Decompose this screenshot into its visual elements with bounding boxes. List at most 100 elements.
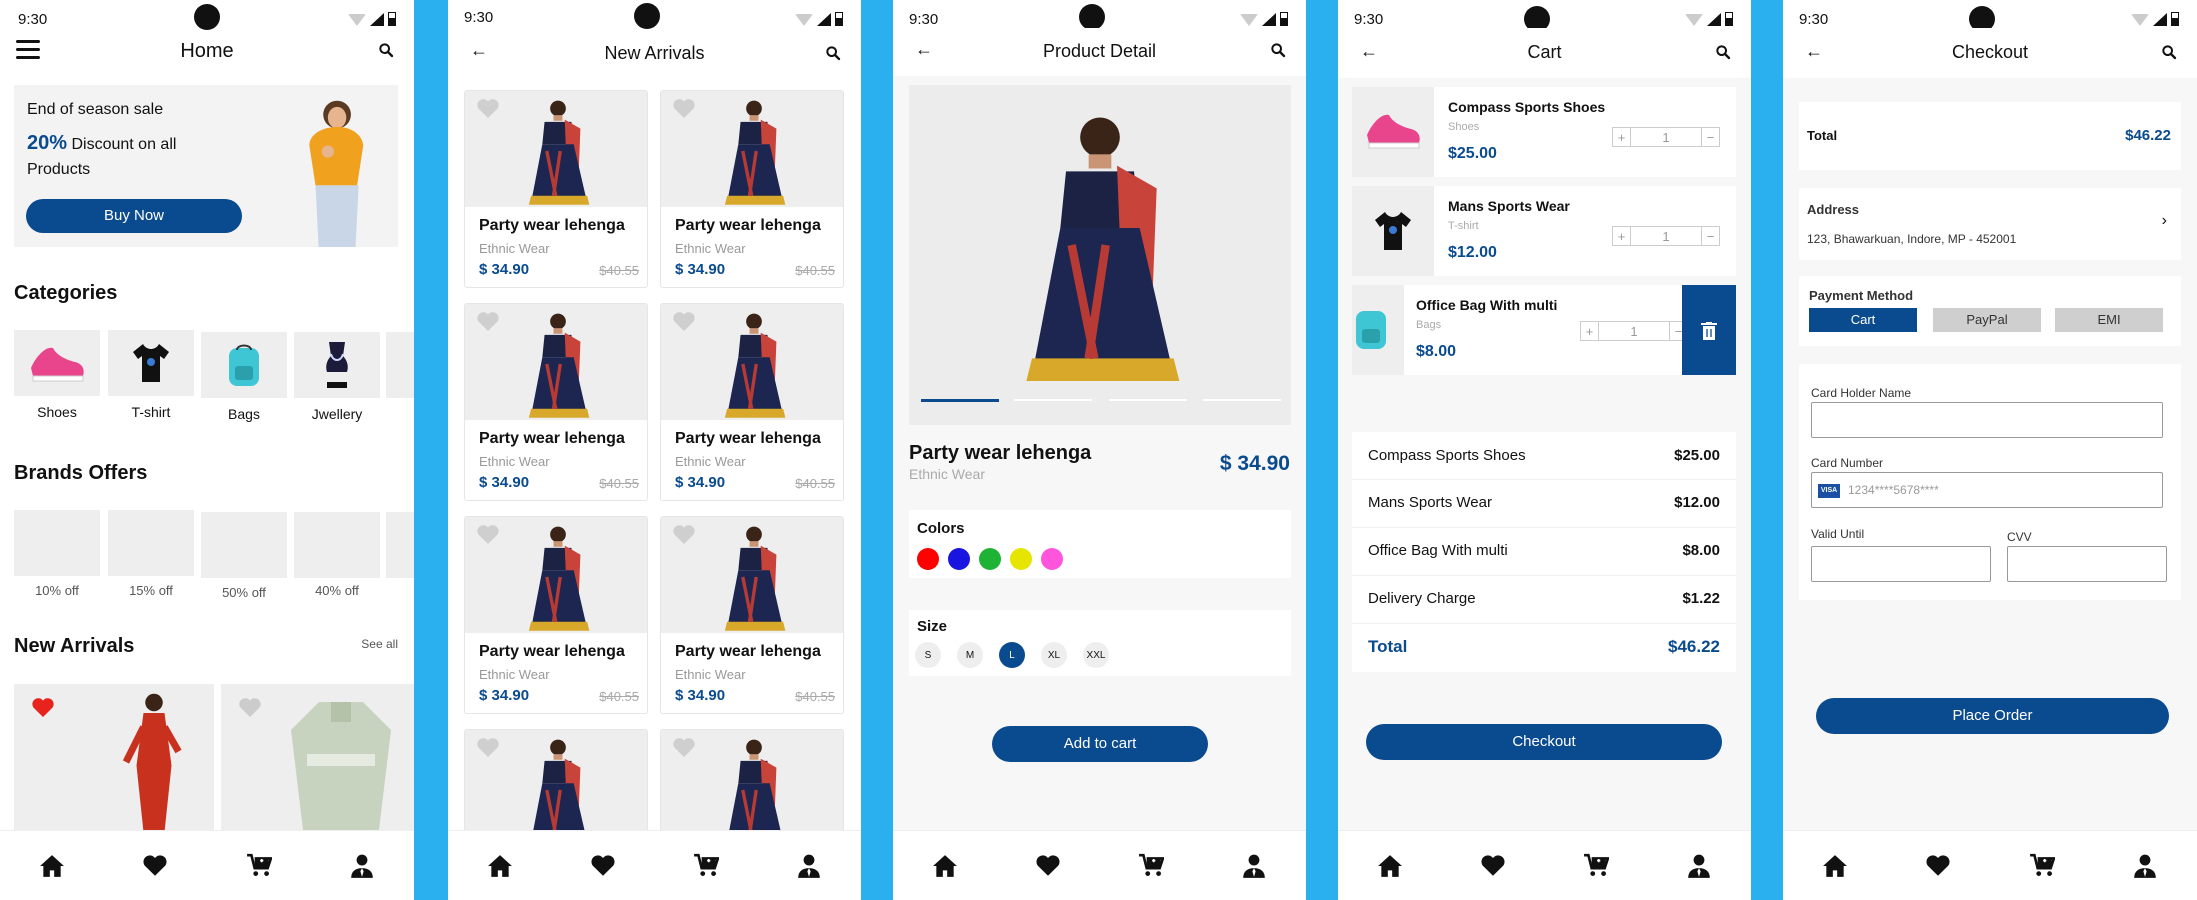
- carousel-indicator-active[interactable]: [921, 399, 999, 402]
- profile-icon[interactable]: [796, 853, 822, 879]
- heart-icon[interactable]: [30, 696, 56, 720]
- heart-icon[interactable]: [671, 736, 697, 760]
- heart-icon[interactable]: [475, 97, 501, 121]
- cart-item-price: $25.00: [1448, 145, 1497, 162]
- carousel-indicator[interactable]: [1014, 399, 1092, 401]
- cart-icon[interactable]: [246, 853, 272, 879]
- profile-icon[interactable]: [1686, 853, 1712, 879]
- brand-card[interactable]: [294, 512, 380, 578]
- color-swatch[interactable]: [917, 548, 939, 570]
- increase-qty-button[interactable]: −: [1701, 227, 1719, 245]
- carousel-indicator[interactable]: [1109, 399, 1187, 401]
- heart-icon[interactable]: [671, 523, 697, 547]
- size-option[interactable]: XXL: [1083, 642, 1109, 668]
- home-icon[interactable]: [1822, 853, 1848, 879]
- card-number-input[interactable]: VISA 1234****5678****: [1811, 472, 2163, 508]
- place-order-button[interactable]: Place Order: [1816, 698, 2169, 734]
- quantity-stepper[interactable]: + 1 −: [1612, 127, 1720, 147]
- see-all-link[interactable]: See all: [361, 637, 398, 651]
- search-icon[interactable]: [1270, 42, 1286, 58]
- profile-icon[interactable]: [1241, 853, 1267, 879]
- increase-qty-button[interactable]: −: [1701, 128, 1719, 146]
- color-swatch[interactable]: [979, 548, 1001, 570]
- product-image-carousel[interactable]: [909, 85, 1291, 425]
- heart-icon[interactable]: [475, 523, 501, 547]
- cart-icon[interactable]: [1138, 853, 1164, 879]
- product-card[interactable]: Party wear lehenga Ethnic Wear $ 34.90 $…: [660, 90, 844, 288]
- heart-icon[interactable]: [590, 853, 616, 879]
- carousel-indicator[interactable]: [1203, 399, 1281, 401]
- cart-icon[interactable]: [1583, 853, 1609, 879]
- heart-icon[interactable]: [1480, 853, 1506, 879]
- color-swatch[interactable]: [1041, 548, 1063, 570]
- payment-option-paypal[interactable]: PayPal: [1933, 308, 2041, 332]
- arrival-card-sweater[interactable]: [221, 684, 414, 834]
- arrival-card-dress[interactable]: [14, 684, 214, 834]
- total-value: $46.22: [2125, 127, 2171, 144]
- delete-item-button[interactable]: [1682, 285, 1736, 375]
- cart-icon[interactable]: [2029, 853, 2055, 879]
- quantity-stepper[interactable]: + 1 −: [1612, 226, 1720, 246]
- decrease-qty-button[interactable]: +: [1613, 227, 1631, 245]
- heart-icon[interactable]: [1925, 853, 1951, 879]
- cart-icon[interactable]: [693, 853, 719, 879]
- quantity-stepper[interactable]: + 1 −: [1580, 321, 1688, 341]
- heart-icon[interactable]: [671, 97, 697, 121]
- heart-icon[interactable]: [237, 696, 263, 720]
- product-card[interactable]: Party wear lehenga Ethnic Wear $ 34.90 $…: [464, 516, 648, 714]
- buy-now-button[interactable]: Buy Now: [26, 199, 242, 233]
- product-card[interactable]: Party wear lehenga Ethnic Wear $ 34.90 $…: [464, 303, 648, 501]
- product-card[interactable]: Party wear lehenga Ethnic Wear $ 34.90 $…: [660, 303, 844, 501]
- brand-card[interactable]: [108, 510, 194, 576]
- category-shoes[interactable]: Shoes: [14, 330, 100, 426]
- cvv-input[interactable]: [2007, 546, 2167, 582]
- payment-option-emi[interactable]: EMI: [2055, 308, 2163, 332]
- quantity-value[interactable]: 1: [1631, 227, 1701, 245]
- cart-item[interactable]: Compass Sports Shoes Shoes $25.00 + 1 −: [1352, 87, 1736, 177]
- color-swatch[interactable]: [948, 548, 970, 570]
- category-jewellery[interactable]: Jwellery: [294, 332, 380, 428]
- decrease-qty-button[interactable]: +: [1613, 128, 1631, 146]
- size-option[interactable]: M: [957, 642, 983, 668]
- add-to-cart-button[interactable]: Add to cart: [992, 726, 1208, 762]
- heart-icon[interactable]: [475, 310, 501, 334]
- chevron-right-icon[interactable]: ›: [2162, 212, 2167, 230]
- summary-row: Office Bag With multi $8.00: [1352, 527, 1736, 573]
- home-icon[interactable]: [932, 853, 958, 879]
- heart-icon[interactable]: [475, 736, 501, 760]
- profile-icon[interactable]: [349, 853, 375, 879]
- size-option[interactable]: L: [999, 642, 1025, 668]
- search-icon[interactable]: [378, 42, 394, 58]
- size-option[interactable]: S: [915, 642, 941, 668]
- address-panel[interactable]: Address 123, Bhawarkuan, Indore, MP - 45…: [1799, 188, 2181, 260]
- payment-option-cart[interactable]: Cart: [1809, 308, 1917, 332]
- brand-card[interactable]: [201, 512, 287, 578]
- card-holder-input[interactable]: [1811, 402, 2163, 438]
- valid-until-input[interactable]: [1811, 546, 1991, 582]
- search-icon[interactable]: [2161, 44, 2177, 60]
- payment-panel: Payment Method Cart PayPal EMI: [1799, 276, 2181, 346]
- profile-icon[interactable]: [2132, 853, 2158, 879]
- quantity-value[interactable]: 1: [1599, 322, 1669, 340]
- heart-icon[interactable]: [1035, 853, 1061, 879]
- home-icon[interactable]: [1377, 853, 1403, 879]
- new-arrivals-screen: 9:30 ← New Arrivals Party wear lehenga E…: [448, 0, 861, 900]
- home-icon[interactable]: [39, 853, 65, 879]
- decrease-qty-button[interactable]: +: [1581, 322, 1599, 340]
- heart-icon[interactable]: [671, 310, 697, 334]
- brand-card[interactable]: [14, 510, 100, 576]
- size-option[interactable]: XL: [1041, 642, 1067, 668]
- checkout-button[interactable]: Checkout: [1366, 724, 1722, 760]
- search-icon[interactable]: [1715, 44, 1731, 60]
- quantity-value[interactable]: 1: [1631, 128, 1701, 146]
- color-swatch[interactable]: [1010, 548, 1032, 570]
- cart-item-swiped[interactable]: Office Bag With multi Bags $8.00 + 1 −: [1352, 285, 1736, 375]
- product-card[interactable]: Party wear lehenga Ethnic Wear $ 34.90 $…: [660, 516, 844, 714]
- home-icon[interactable]: [487, 853, 513, 879]
- heart-icon[interactable]: [142, 853, 168, 879]
- cart-item[interactable]: Mans Sports Wear T-shirt $12.00 + 1 −: [1352, 186, 1736, 276]
- search-icon[interactable]: [825, 45, 841, 61]
- category-bags[interactable]: Bags: [201, 332, 287, 428]
- category-tshirt[interactable]: T-shirt: [108, 330, 194, 426]
- product-card[interactable]: Party wear lehenga Ethnic Wear $ 34.90 $…: [464, 90, 648, 288]
